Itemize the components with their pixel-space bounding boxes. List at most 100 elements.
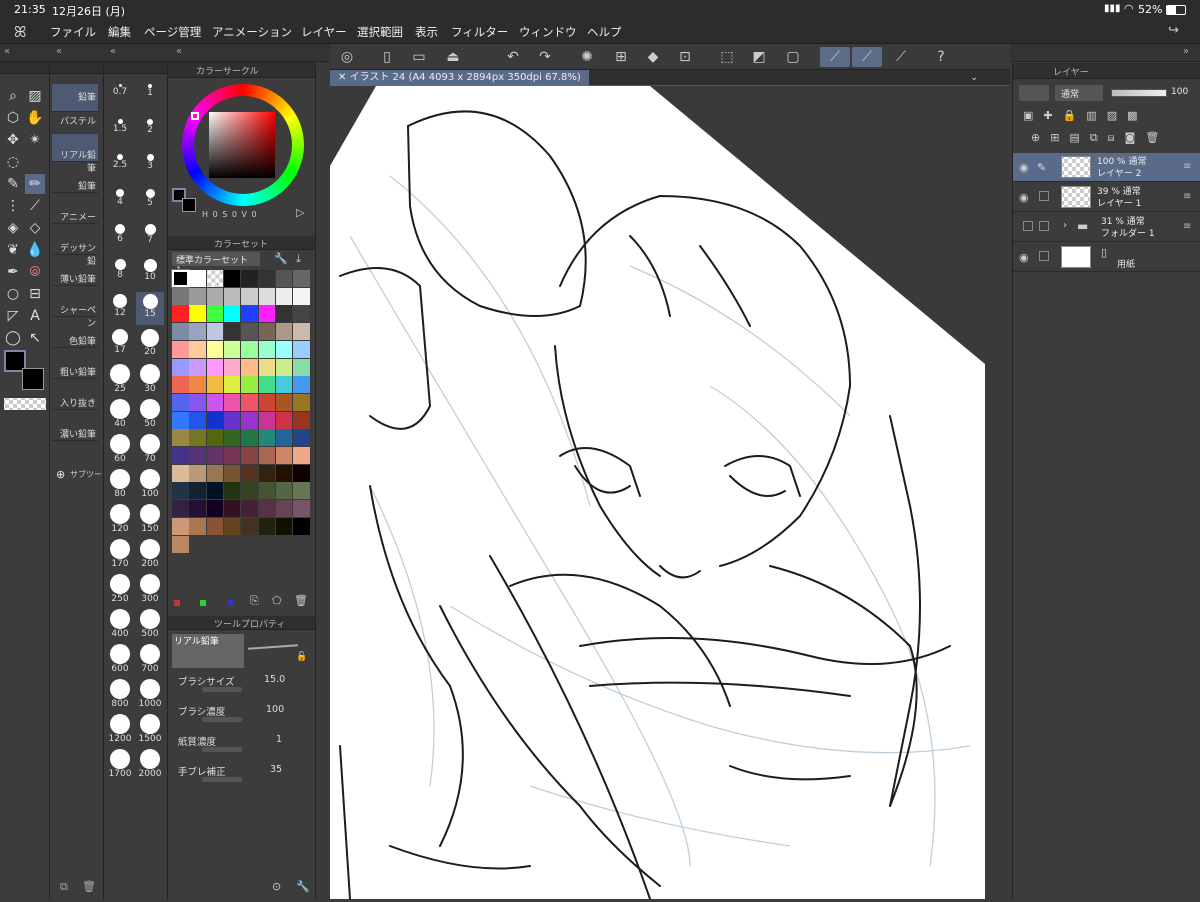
brush-size-preset[interactable]: 50 xyxy=(136,397,164,430)
subtool-real-pencil[interactable]: リアル鉛筆 xyxy=(52,134,98,174)
duplicate-subtool-icon[interactable]: ⧉ xyxy=(60,880,68,894)
brush-size-preset[interactable]: 12 xyxy=(106,292,134,325)
selection-off-icon[interactable]: ⬚ xyxy=(716,47,738,67)
opacity-slider[interactable] xyxy=(1111,89,1167,97)
brush-size-preset[interactable]: 0.7 xyxy=(106,82,134,115)
brush-size-preset[interactable]: 100 xyxy=(136,467,164,500)
menu-filter[interactable]: フィルター xyxy=(451,24,508,40)
color-swatch[interactable] xyxy=(206,376,224,394)
color-swatch[interactable] xyxy=(258,270,275,287)
selection-border-icon[interactable]: ▢ xyxy=(782,47,804,67)
brush-size-preset[interactable]: 7 xyxy=(136,222,164,255)
color-swatch[interactable] xyxy=(293,393,310,411)
color-swatch[interactable] xyxy=(275,305,293,323)
color-swatch[interactable] xyxy=(241,500,258,518)
color-swatch[interactable] xyxy=(293,447,310,464)
eye-icon[interactable]: ◉ xyxy=(1019,251,1029,264)
layer-checkbox[interactable] xyxy=(1039,251,1049,261)
snap-special-ruler-icon[interactable]: ⟋ xyxy=(852,47,882,67)
color-swatch[interactable] xyxy=(206,411,224,429)
color-swatch[interactable] xyxy=(223,393,241,411)
color-swatch[interactable] xyxy=(223,323,241,341)
brush-size-preset[interactable]: 20 xyxy=(136,327,164,360)
hue-cursor[interactable] xyxy=(191,112,199,120)
subtool-light-pencil[interactable]: 薄い鉛筆 xyxy=(52,258,98,286)
color-swatch[interactable] xyxy=(223,270,241,287)
layer-row-1[interactable]: ◉ 39 % 通常 レイヤー 1 ≡ xyxy=(1013,183,1200,212)
airbrush-icon[interactable]: ⋮ xyxy=(3,196,23,216)
brush-size-row[interactable]: ブラシサイズ 15.0 xyxy=(178,674,308,692)
color-swatch[interactable] xyxy=(258,464,275,482)
undo-icon[interactable]: ↶ xyxy=(502,47,524,67)
reset-icon[interactable]: ⊙ xyxy=(272,880,281,893)
menu-edit[interactable]: 編集 xyxy=(108,24,131,40)
collapse-left-icon[interactable]: « xyxy=(176,46,182,57)
wrench-icon[interactable]: 🔧 xyxy=(274,252,288,265)
hand-icon[interactable]: ✋ xyxy=(25,108,45,128)
color-swatch[interactable] xyxy=(275,447,293,464)
balloon-icon[interactable]: ◯ xyxy=(3,328,23,348)
brush-size-preset[interactable]: 250 xyxy=(106,572,134,605)
paper-density-value[interactable]: 1 xyxy=(276,734,282,745)
menu-animation[interactable]: アニメーション xyxy=(212,24,292,40)
layer-checkbox[interactable] xyxy=(1039,221,1049,231)
color-swatch[interactable] xyxy=(258,358,275,376)
color-swatch[interactable] xyxy=(275,500,293,518)
eyedrop-add-icon[interactable]: ⬠ xyxy=(272,594,282,607)
color-swatch[interactable] xyxy=(189,411,206,429)
brush-density-row[interactable]: ブラシ濃度 100 xyxy=(178,704,308,722)
menu-layer[interactable]: レイヤー xyxy=(301,24,347,40)
color-swatch[interactable] xyxy=(189,358,206,376)
brush-size-preset[interactable]: 120 xyxy=(106,502,134,535)
color-swatch[interactable] xyxy=(223,411,241,429)
blend-mode-select[interactable]: 通常 xyxy=(1055,85,1103,101)
frame-icon[interactable]: ◸ xyxy=(3,306,23,326)
brush-size-preset[interactable]: 17 xyxy=(106,327,134,360)
subtool-color-pencil[interactable]: 色鉛筆 xyxy=(52,320,98,348)
color-swatch[interactable] xyxy=(172,323,189,341)
color-swatch[interactable] xyxy=(275,411,293,429)
color-swatch[interactable] xyxy=(258,376,275,394)
color-swatch[interactable] xyxy=(206,340,224,358)
brush-size-preset[interactable]: 1700 xyxy=(106,747,134,780)
eye-icon[interactable]: ◉ xyxy=(1019,191,1029,204)
color-swatch[interactable] xyxy=(293,464,310,482)
color-swatch[interactable] xyxy=(241,358,258,376)
color-swatch[interactable] xyxy=(241,482,258,500)
brush-size-preset[interactable]: 6 xyxy=(106,222,134,255)
transparent-color-swatch[interactable] xyxy=(4,398,46,410)
color-swatch[interactable] xyxy=(172,535,189,553)
menu-selection[interactable]: 選択範囲 xyxy=(357,24,403,40)
color-swatch[interactable] xyxy=(241,429,258,447)
color-swatch[interactable] xyxy=(275,287,293,305)
color-swatch[interactable] xyxy=(258,517,275,535)
color-swatch[interactable] xyxy=(241,270,258,287)
color-swatch[interactable] xyxy=(206,270,224,287)
color-swatch[interactable] xyxy=(189,517,206,535)
canvas-area[interactable] xyxy=(330,86,1010,900)
color-swatch[interactable] xyxy=(293,376,310,394)
color-swatch[interactable] xyxy=(206,482,224,500)
color-swatch[interactable] xyxy=(293,429,310,447)
open-file-icon[interactable]: ▭ xyxy=(408,47,430,67)
delete-subtool-icon[interactable]: 🗑 xyxy=(82,880,96,893)
color-swatch[interactable] xyxy=(172,376,189,394)
color-swatch[interactable] xyxy=(258,323,275,341)
subtool-dark-pencil[interactable]: 濃い鉛筆 xyxy=(52,413,98,441)
collapse-left-icon[interactable]: « xyxy=(56,46,62,57)
color-swatch[interactable] xyxy=(293,500,310,518)
drag-handle-icon[interactable]: ≡ xyxy=(1183,191,1191,202)
pencil-icon[interactable]: ✏ xyxy=(25,174,45,194)
sub-color-mini[interactable] xyxy=(182,198,196,212)
tool-settings-icon[interactable]: 🔧 xyxy=(296,880,310,893)
vector-icon[interactable]: ✒ xyxy=(3,262,23,282)
color-swatch[interactable] xyxy=(172,429,189,447)
help-icon[interactable]: ? xyxy=(930,47,952,67)
color-swatch[interactable] xyxy=(206,517,224,535)
subtool-animation[interactable]: アニメー xyxy=(52,196,98,224)
lasso-icon[interactable]: ◌ xyxy=(3,152,23,172)
color-swatch[interactable] xyxy=(172,411,189,429)
color-swatch[interactable] xyxy=(241,340,258,358)
color-swatch[interactable] xyxy=(275,323,293,341)
color-swatch[interactable] xyxy=(206,358,224,376)
